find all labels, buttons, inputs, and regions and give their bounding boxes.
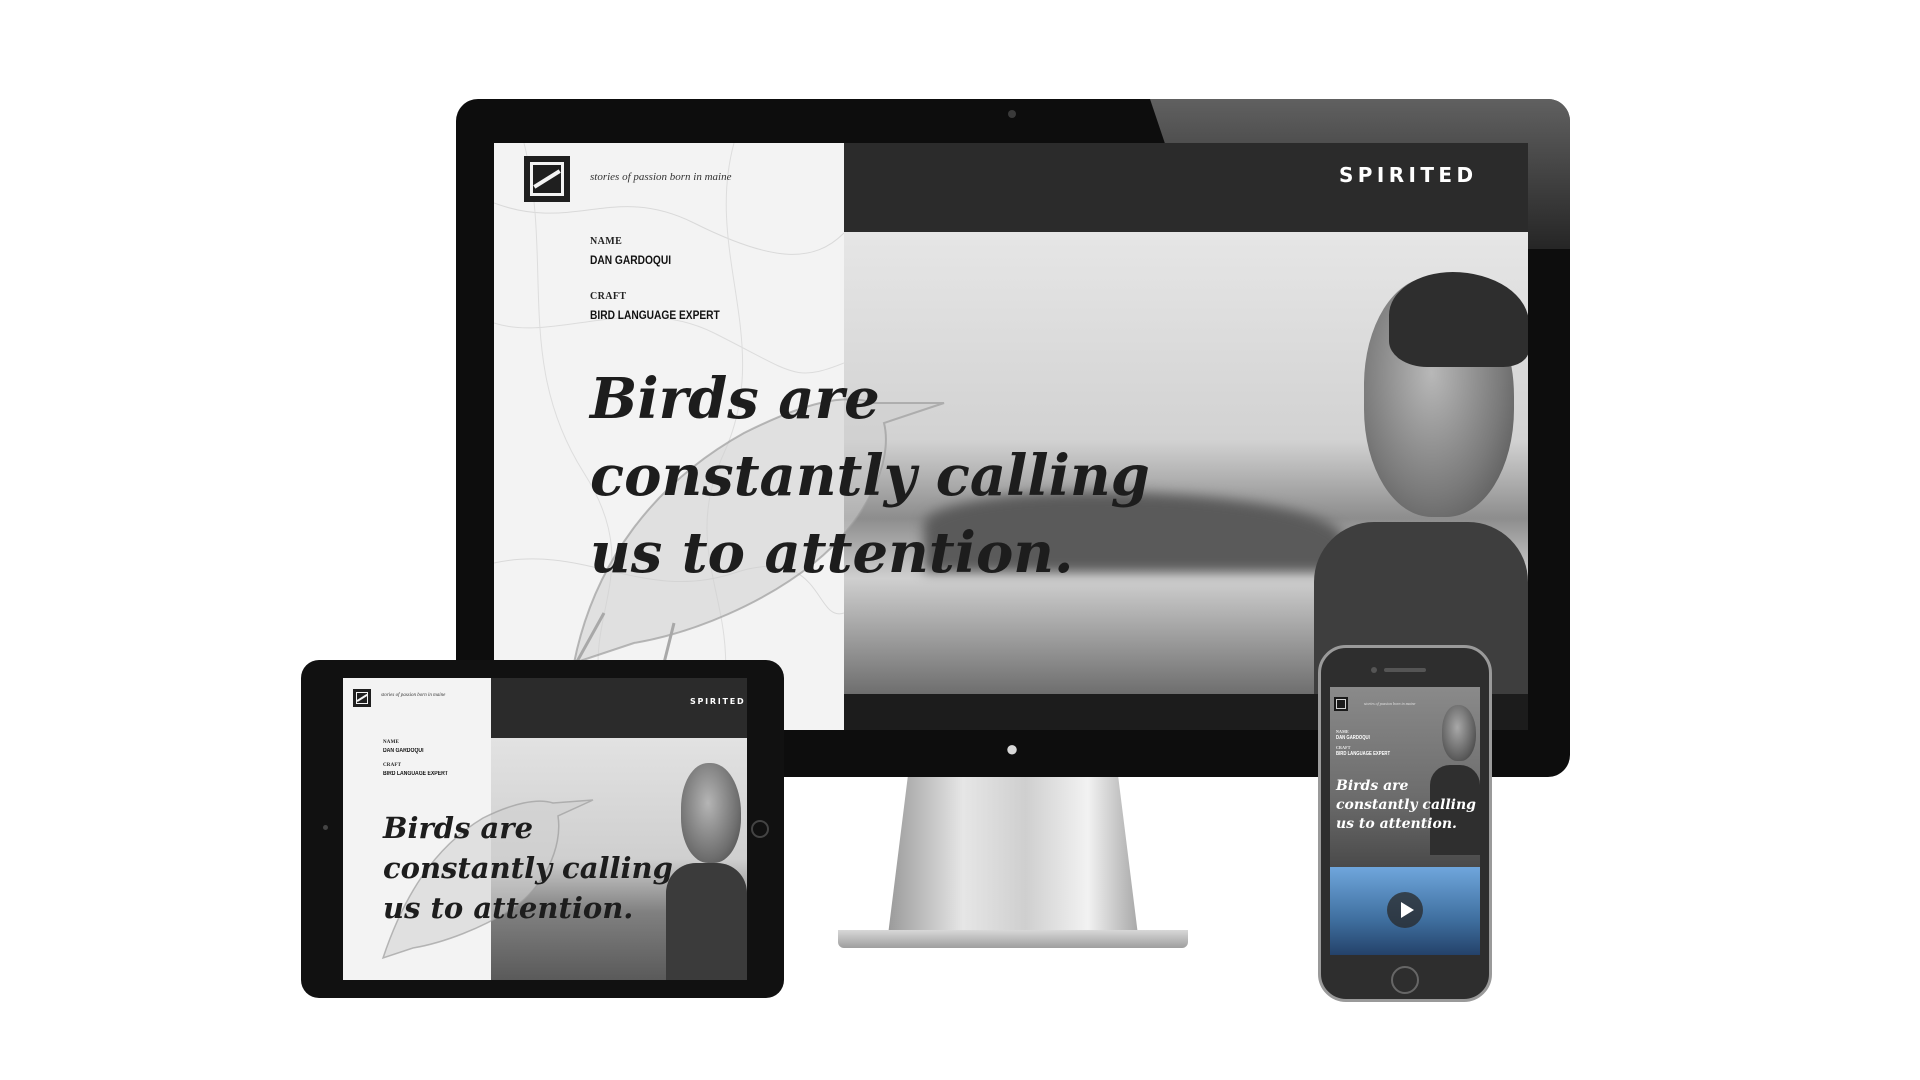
phone-speaker <box>1384 668 1426 672</box>
tablet-name-label: NAME <box>383 740 400 745</box>
phone-headline-line-1: Birds are <box>1336 778 1409 794</box>
brand-wordmark[interactable]: SPIRITED <box>1339 163 1477 187</box>
tablet-header-bar <box>491 678 747 738</box>
craft-value: BIRD LANGUAGE EXPERT <box>590 308 720 322</box>
camera-icon <box>1008 110 1016 118</box>
name-value: DAN GARDOQUI <box>590 253 672 267</box>
headline-line-3: us to attention. <box>590 520 1074 586</box>
tablet-headline-line-1: Birds are <box>383 811 534 845</box>
s-logo-icon[interactable] <box>524 156 570 202</box>
phone-screen: stories of passion born in maine NAME DA… <box>1330 687 1480 955</box>
phone-person-head <box>1442 705 1476 761</box>
desktop-screen: SPIRITED stories of passion born in main… <box>494 143 1528 730</box>
video-thumbnail[interactable] <box>1330 867 1480 955</box>
hero-headline: Birds are constantly calling us to atten… <box>590 361 1150 592</box>
phone-headline-line-3: us to attention. <box>1336 816 1457 832</box>
tablet-craft-label: CRAFT <box>383 763 402 768</box>
tablet-headline-line-2: constantly calling <box>383 851 673 885</box>
tablet-craft-value: BIRD LANGUAGE EXPERT <box>383 771 448 777</box>
tablet-camera-icon <box>323 825 328 830</box>
name-label: NAME <box>590 236 623 247</box>
tablet-hero-headline: Birds are constantly calling us to atten… <box>383 808 673 928</box>
phone-headline-line-2: constantly calling <box>1336 797 1476 813</box>
tablet-screen: SPIRITED stories of passion born in main… <box>343 678 747 980</box>
monitor-stand <box>888 775 1138 935</box>
tablet-tagline: stories of passion born in maine <box>381 693 446 698</box>
home-button-icon[interactable] <box>751 820 769 838</box>
play-icon[interactable] <box>1387 892 1423 928</box>
tagline: stories of passion born in maine <box>590 171 732 183</box>
phone-craft-value: BIRD LANGUAGE EXPERT <box>1336 751 1391 757</box>
craft-label: CRAFT <box>590 291 627 302</box>
photo-person-hair <box>1389 272 1528 367</box>
phone-name-label: NAME <box>1336 729 1349 734</box>
phone-tagline: stories of passion born in maine <box>1364 701 1416 706</box>
tablet-headline-line-3: us to attention. <box>383 891 634 925</box>
tablet-person-head <box>681 763 741 863</box>
headline-line-1: Birds are <box>590 366 880 432</box>
phone-hero-headline: Birds are constantly calling us to atten… <box>1336 777 1476 834</box>
phone-home-button-icon[interactable] <box>1391 966 1419 994</box>
phone-craft-label: CRAFT <box>1336 745 1351 750</box>
desktop-header-bar <box>844 143 1528 232</box>
tablet-s-logo-icon[interactable] <box>353 689 371 707</box>
tablet-person-body <box>666 863 747 980</box>
monitor-stand-base <box>838 930 1188 948</box>
tablet-brand-wordmark[interactable]: SPIRITED <box>690 697 745 706</box>
apple-logo-icon: ● <box>1005 736 1019 761</box>
phone-name-value: DAN GARDOQUI <box>1336 735 1370 741</box>
tablet-name-value: DAN GARDOQUI <box>383 748 424 754</box>
phone-s-logo-icon[interactable] <box>1334 697 1348 711</box>
headline-line-2: constantly calling <box>590 443 1150 509</box>
phone-camera-icon <box>1371 667 1377 673</box>
desktop-monitor: ● SPIRITED stories of passion born in ma… <box>0 0 1920 1080</box>
